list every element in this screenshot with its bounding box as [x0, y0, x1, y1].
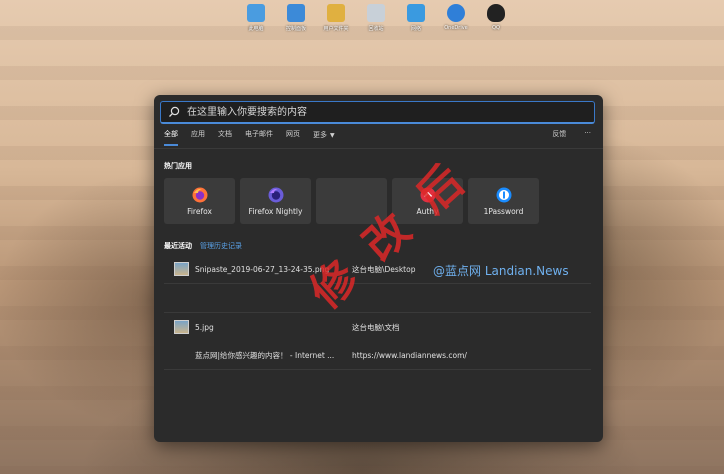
- desktop-icon-label: 用户文件夹: [323, 26, 349, 32]
- recycle-bin-icon: [367, 4, 385, 22]
- divider: [164, 369, 591, 370]
- watermark-text: @蓝点网 Landian.News: [433, 264, 569, 278]
- tab-apps[interactable]: 应用: [191, 129, 205, 146]
- onedrive-icon: [447, 4, 465, 22]
- desktop-icon-label: 此电脑: [248, 26, 264, 32]
- item-location: 这台电脑\文档: [352, 322, 400, 332]
- desktop-icon-recycle-bin[interactable]: 回收站: [356, 4, 396, 38]
- desktop-icon-onedrive[interactable]: OneDrive: [436, 4, 476, 38]
- computer-icon: [247, 4, 265, 22]
- tab-documents[interactable]: 文档: [218, 129, 232, 146]
- item-location: https://www.landiannews.com/: [352, 350, 467, 360]
- app-tile-firefox-nightly[interactable]: Firefox Nightly: [240, 178, 311, 224]
- list-item[interactable]: 5.jpg 这台电脑\文档: [164, 313, 591, 341]
- search-tabs: 全部 应用 文档 电子邮件 网页 更多 ▼: [164, 129, 348, 146]
- app-name: Firefox Nightly: [248, 206, 303, 216]
- chevron-down-icon: ▼: [330, 131, 335, 139]
- desktop-icons: 此电脑 控制面板 用户文件夹 回收站 网络 OneDrive QQ: [236, 4, 516, 38]
- list-item[interactable]: 蓝点网|给你感兴趣的内容！ - Internet ... https://www…: [164, 341, 591, 369]
- desktop-icon-label: 控制面板: [285, 26, 306, 32]
- recent-activity-header: 最近活动 管理历史记录: [164, 241, 242, 251]
- desktop-icon-qq[interactable]: QQ: [476, 4, 516, 38]
- desktop-icon-label: OneDrive: [444, 25, 468, 31]
- item-name: 蓝点网|给你感兴趣的内容！ - Internet ...: [195, 350, 335, 360]
- item-name: 5.jpg: [195, 322, 214, 332]
- qq-penguin-icon: [487, 4, 505, 22]
- desktop-icon-label: 回收站: [368, 26, 384, 32]
- desktop-icon-user-folder[interactable]: 用户文件夹: [316, 4, 356, 38]
- app-name: 1Password: [483, 206, 524, 216]
- desktop-icon-this-pc[interactable]: 此电脑: [236, 4, 276, 38]
- tab-all[interactable]: 全部: [164, 129, 178, 146]
- recent-activity-title: 最近活动: [164, 242, 192, 250]
- desktop-icon-label: QQ: [492, 25, 500, 31]
- firefox-nightly-icon: [268, 187, 283, 202]
- user-folder-icon: [327, 4, 345, 22]
- tab-web[interactable]: 网页: [286, 129, 300, 146]
- app-tile-1password[interactable]: 1Password: [468, 178, 539, 224]
- control-panel-icon: [287, 4, 305, 22]
- app-name: Firefox: [187, 206, 212, 216]
- feedback-button[interactable]: 反馈: [552, 129, 566, 139]
- search-input[interactable]: [185, 105, 569, 119]
- image-file-icon: [174, 262, 189, 276]
- search-box[interactable]: [160, 101, 595, 124]
- desktop-icon-label: 网络: [410, 26, 421, 32]
- network-icon: [407, 4, 425, 22]
- desktop-icon-control-panel[interactable]: 控制面板: [276, 4, 316, 38]
- divider: [154, 148, 603, 149]
- tab-more[interactable]: 更多 ▼: [313, 129, 335, 146]
- top-apps-title: 热门应用: [164, 162, 192, 170]
- tab-more-label: 更多: [313, 131, 327, 139]
- tab-email[interactable]: 电子邮件: [245, 129, 273, 146]
- 1password-icon: [496, 187, 511, 202]
- image-file-icon: [174, 320, 189, 334]
- firefox-icon: [192, 187, 207, 202]
- search-icon: [169, 106, 180, 117]
- desktop-icon-network[interactable]: 网络: [396, 4, 436, 38]
- manage-history-link[interactable]: 管理历史记录: [200, 241, 242, 251]
- app-tile-firefox[interactable]: Firefox: [164, 178, 235, 224]
- more-options-button[interactable]: ···: [584, 129, 591, 139]
- tabs-right: 反馈 ···: [552, 129, 591, 139]
